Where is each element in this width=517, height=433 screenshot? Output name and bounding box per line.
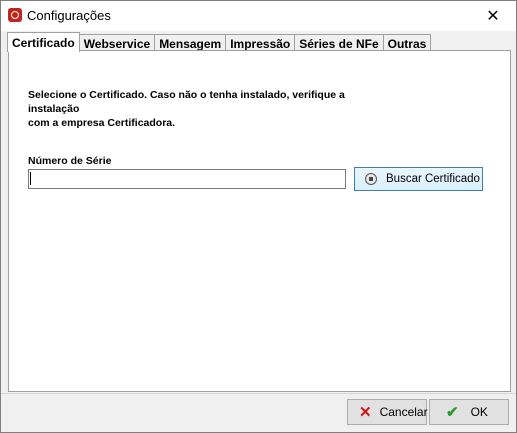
app-icon (8, 8, 22, 22)
ok-button[interactable]: ✔ OK (429, 399, 509, 425)
serial-number-label: Número de Série (28, 155, 112, 167)
buscar-certificado-button[interactable]: Buscar Certificado (354, 167, 483, 191)
instruction-line-1: Selecione o Certificado. Caso não o tenh… (28, 89, 345, 115)
close-icon[interactable]: ✕ (470, 1, 516, 31)
serial-number-input[interactable] (28, 169, 346, 189)
check-icon: ✔ (446, 404, 459, 421)
title-bar: Configurações ✕ (1, 1, 516, 31)
text-cursor (30, 172, 31, 185)
lock-icon (364, 172, 378, 186)
buscar-certificado-label: Buscar Certificado (386, 173, 480, 185)
window-title: Configurações (27, 8, 111, 23)
footer-divider (1, 393, 516, 394)
certificado-panel: Selecione o Certificado. Caso não o tenh… (8, 50, 511, 392)
configuracoes-dialog: Configurações ✕ Certificado Webservice M… (0, 0, 517, 433)
x-icon: ✕ (359, 404, 372, 421)
cancel-button[interactable]: ✕ Cancelar (347, 399, 428, 425)
tab-certificado[interactable]: Certificado (7, 32, 80, 52)
instruction-line-2: com a empresa Certificadora. (28, 117, 176, 129)
tab-strip: Certificado Webservice Mensagem Impressã… (7, 32, 432, 52)
cancel-label: Cancelar (379, 405, 428, 419)
instruction-text: Selecione o Certificado. Caso não o tenh… (28, 88, 388, 130)
ok-label: OK (470, 405, 488, 419)
